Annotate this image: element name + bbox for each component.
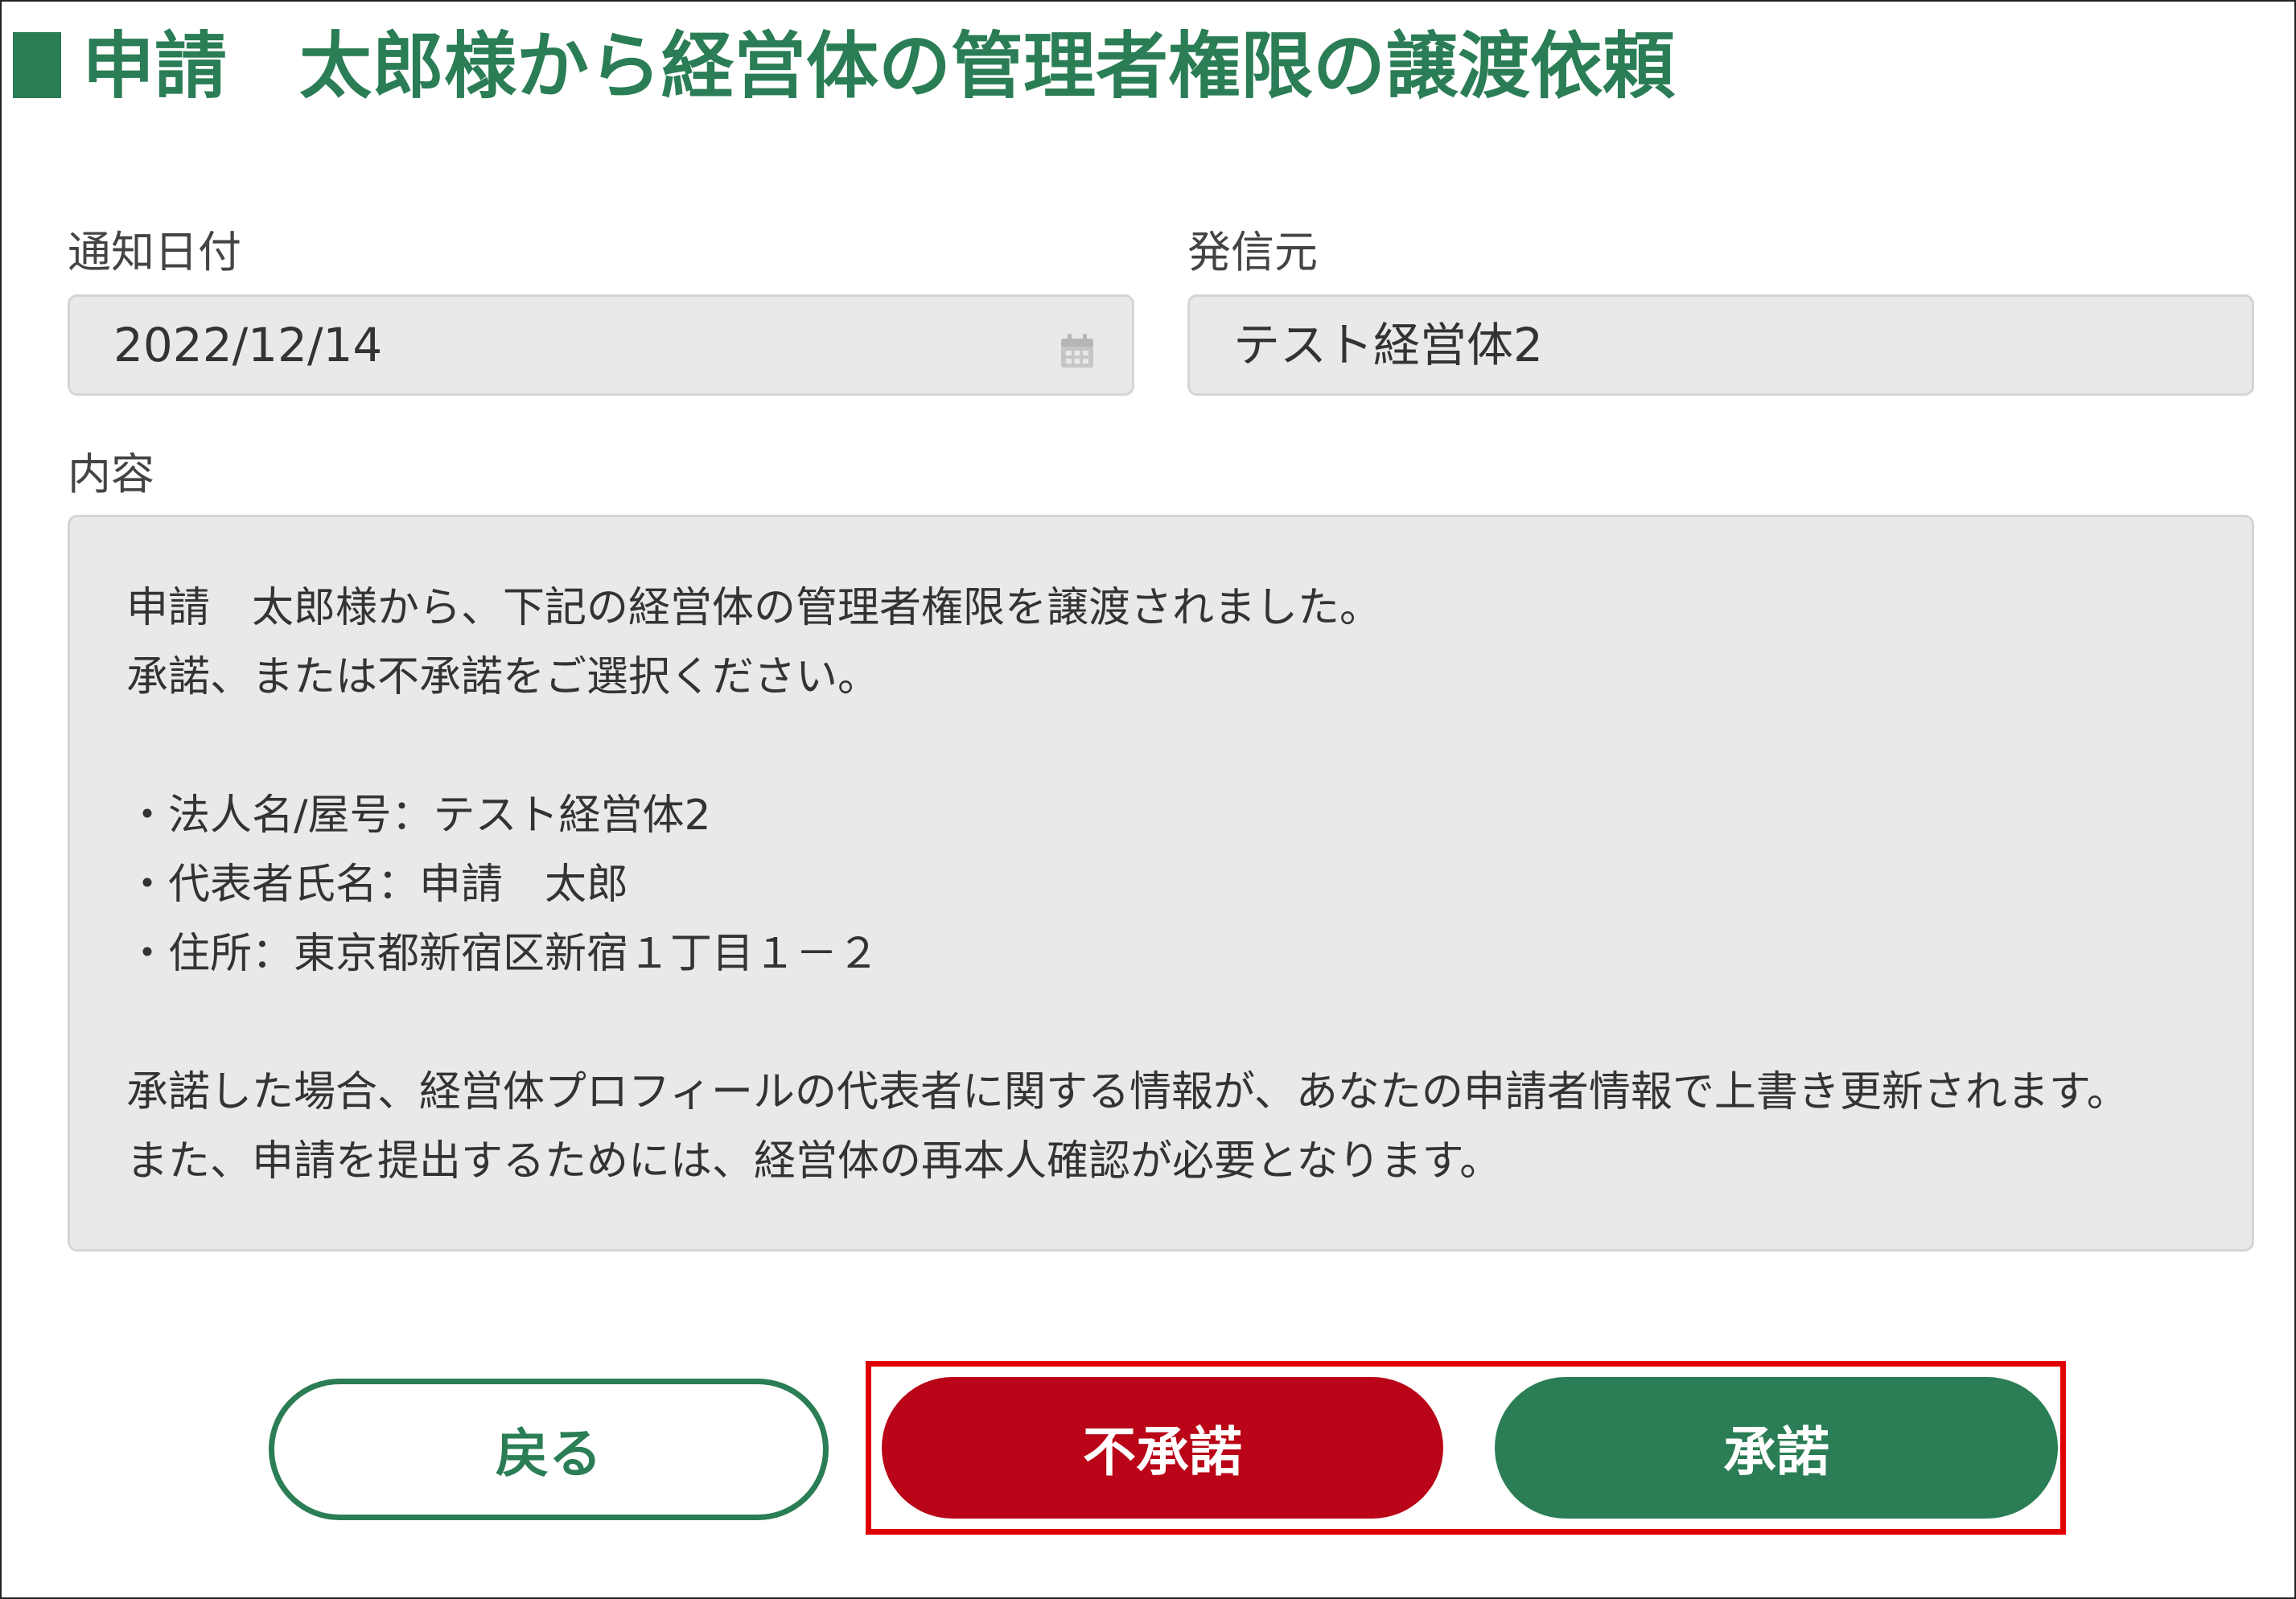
- page-title: 申請 太郎様から経営体の管理者権限の譲渡依頼: [82, 24, 1675, 109]
- content-line: 申請 太郎様から、下記の経営体の管理者権限を譲渡されました。: [126, 584, 1382, 632]
- content-label: 内容: [68, 449, 154, 499]
- highlight-annotation-box: [866, 1361, 2066, 1535]
- dialog-frame: 申請 太郎様から経営体の管理者権限の譲渡依頼 通知日付 2022/12/14 発…: [0, 0, 2296, 1599]
- content-line: 承諾した場合、経営体プロフィールの代表者に関する情報が、あなたの申請者情報で上書…: [126, 1068, 2129, 1116]
- sender-label: 発信元: [1187, 227, 1318, 277]
- calendar-icon[interactable]: [1058, 332, 1097, 371]
- content-line: ・住所：東京都新宿区新宿１丁目１－２: [126, 930, 880, 978]
- sender-value: テスト経営体2: [1233, 318, 1543, 372]
- content-line: ・代表者氏名：申請 太郎: [126, 861, 629, 909]
- content-line: また、申請を提出するためには、経営体の再本人確認が必要となります。: [126, 1137, 1502, 1186]
- content-line: ・法人名/屋号：テスト経営体2: [126, 791, 711, 840]
- content-line: 承諾、または不承諾をご選択ください。: [126, 653, 880, 701]
- back-button[interactable]: 戻る: [269, 1379, 829, 1520]
- sender-field: テスト経営体2: [1187, 294, 2254, 396]
- notification-date-value: 2022/12/14: [113, 318, 383, 372]
- title-accent-bar: [13, 32, 61, 98]
- content-textarea: 申請 太郎様から、下記の経営体の管理者権限を譲渡されました。 承諾、または不承諾…: [68, 515, 2254, 1252]
- notification-date-field: 2022/12/14: [68, 294, 1134, 396]
- notification-date-label: 通知日付: [68, 227, 241, 277]
